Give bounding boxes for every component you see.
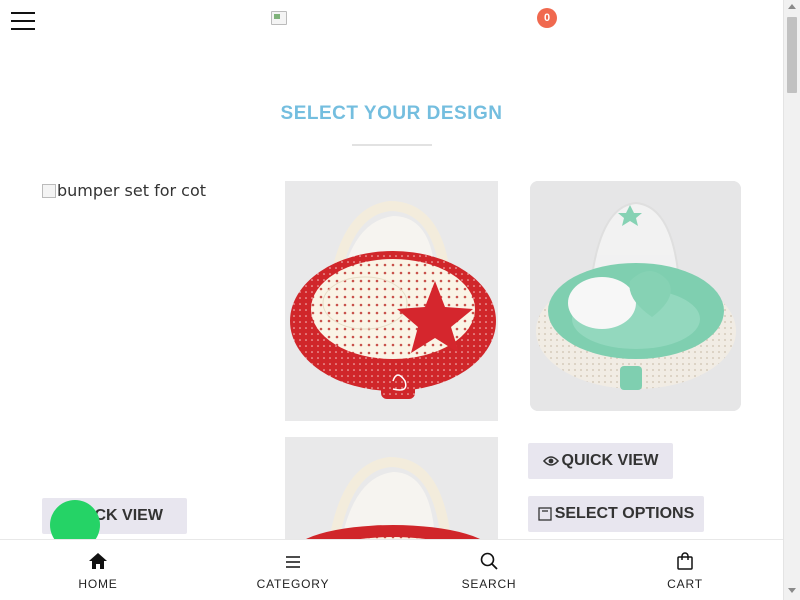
page: 0 SELECT YOUR DESIGN bumper set for cot [0,0,800,600]
shopping-bag-icon [675,551,695,571]
hamburger-menu-icon[interactable] [11,12,35,32]
quick-view-label: QUICK VIEW [561,452,659,469]
site-logo-broken-image[interactable] [271,11,287,25]
broken-image-icon [42,184,56,198]
cart-count-badge[interactable]: 0 [537,8,557,28]
nav-home-label: HOME [78,577,118,591]
product-image-broken[interactable]: bumper set for cot [42,181,206,200]
checkbox-icon [538,507,552,521]
nav-search[interactable]: SEARCH [429,540,549,600]
menu-lines-icon [283,551,303,571]
home-icon [88,551,108,571]
nav-home[interactable]: HOME [38,540,158,600]
quick-view-button[interactable]: QUICK VIEW [528,443,673,479]
eye-icon [542,455,559,467]
bottom-navigation-bar: HOME CATEGORY SEARCH CART [0,539,783,600]
scroll-up-arrow-icon[interactable] [788,4,796,9]
page-scrollbar[interactable] [783,0,800,600]
section-title: SELECT YOUR DESIGN [280,103,503,124]
select-options-button[interactable]: SELECT OPTIONS [528,496,704,532]
scrollbar-thumb[interactable] [787,17,797,93]
nav-cart[interactable]: CART [625,540,745,600]
product-image-mint-nest[interactable] [530,181,741,411]
product-image-red-nest-2[interactable] [285,437,498,547]
nav-category-label: CATEGORY [256,577,330,591]
nav-category[interactable]: CATEGORY [233,540,353,600]
nav-cart-label: CART [667,577,703,591]
scroll-down-arrow-icon[interactable] [788,588,796,593]
title-divider [352,144,432,146]
nav-search-label: SEARCH [461,577,517,591]
select-options-label: SELECT OPTIONS [554,505,695,522]
product-image-red-nest[interactable] [285,181,498,421]
product-image-alt-text: bumper set for cot [57,181,207,200]
search-icon [479,551,499,571]
